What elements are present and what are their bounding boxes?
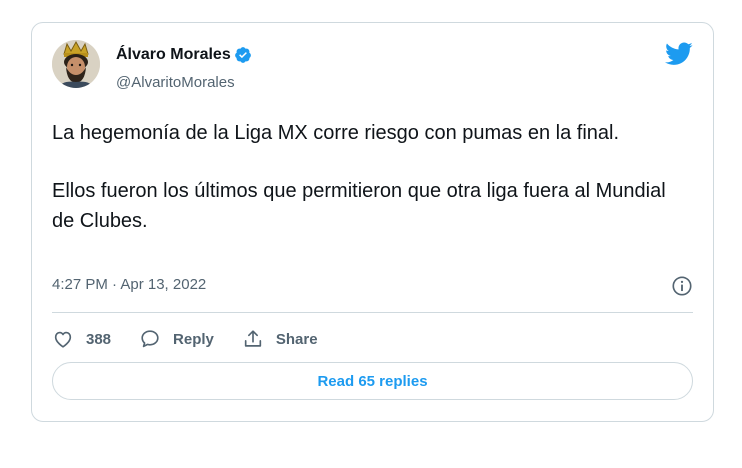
speech-bubble-icon bbox=[141, 330, 159, 348]
action-bar: 388 Reply Share bbox=[52, 325, 346, 353]
divider bbox=[52, 312, 693, 313]
share-label: Share bbox=[275, 330, 318, 348]
info-icon[interactable] bbox=[671, 275, 693, 297]
twitter-bird-icon[interactable] bbox=[665, 42, 693, 66]
avatar-image bbox=[52, 40, 100, 88]
author-handle[interactable]: @AlvaritoMorales bbox=[116, 74, 235, 91]
avatar[interactable] bbox=[52, 40, 100, 88]
tweet-text: La hegemonía de la Liga MX corre riesgo … bbox=[52, 118, 692, 236]
like-button[interactable]: 388 bbox=[52, 328, 111, 350]
tweet-card[interactable]: Álvaro Morales @AlvaritoMorales La hegem… bbox=[31, 22, 714, 422]
tweet-paragraph: La hegemonía de la Liga MX corre riesgo … bbox=[52, 122, 620, 144]
share-icon bbox=[244, 330, 262, 347]
read-replies-button[interactable]: Read 65 replies bbox=[52, 362, 693, 400]
tweet-paragraph: Ellos fueron los últimos que permitieron… bbox=[52, 180, 666, 232]
author-name[interactable]: Álvaro Morales bbox=[116, 46, 231, 64]
share-button[interactable]: Share bbox=[242, 328, 318, 350]
author-name-row: Álvaro Morales bbox=[116, 46, 252, 64]
verified-badge-icon bbox=[234, 47, 251, 63]
heart-icon bbox=[54, 331, 72, 348]
like-count: 388 bbox=[86, 330, 112, 348]
reply-label: Reply bbox=[173, 330, 214, 348]
reply-button[interactable]: Reply bbox=[139, 328, 214, 350]
tweet-timestamp[interactable]: 4:27 PM · Apr 13, 2022 bbox=[52, 276, 206, 293]
